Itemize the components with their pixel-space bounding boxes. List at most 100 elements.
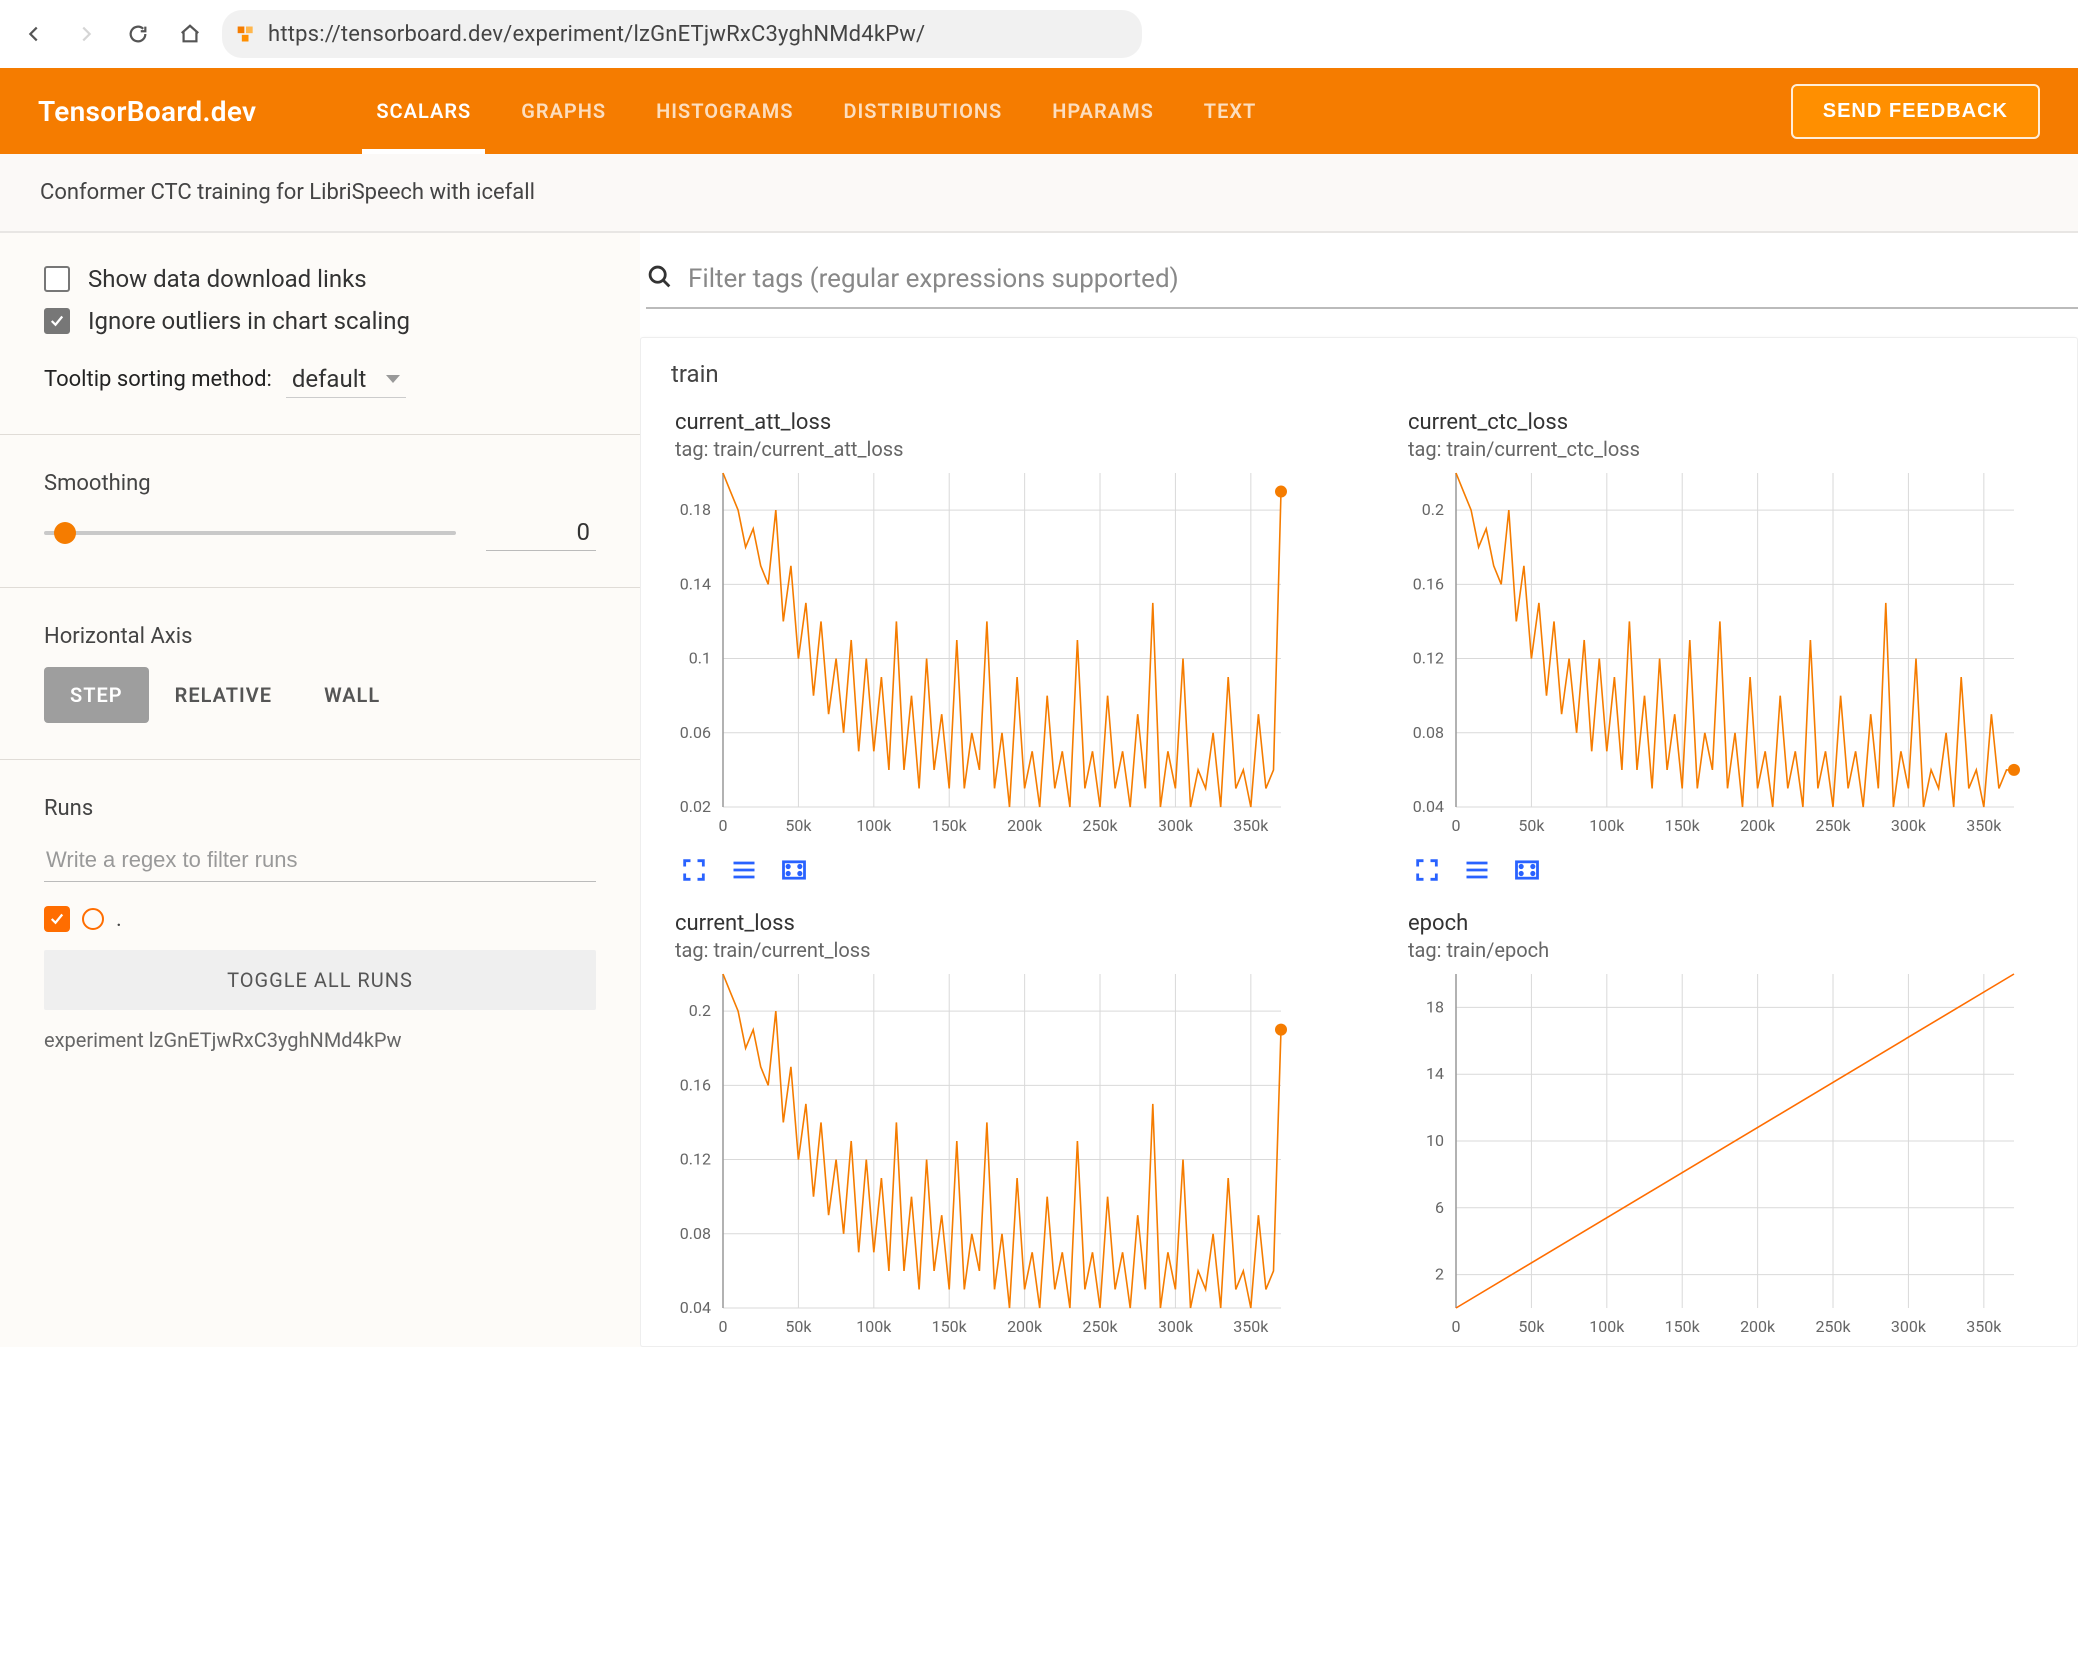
svg-text:350k: 350k — [1233, 816, 1269, 835]
svg-text:0.04: 0.04 — [680, 1298, 711, 1317]
expand-icon[interactable] — [1410, 853, 1444, 887]
svg-text:50k: 50k — [785, 1317, 812, 1336]
smoothing-value-input[interactable]: 0 — [486, 514, 596, 551]
reload-button[interactable] — [118, 14, 158, 54]
svg-text:0.06: 0.06 — [680, 723, 711, 742]
nav-back-button[interactable] — [14, 14, 54, 54]
svg-text:6: 6 — [1435, 1198, 1444, 1217]
ignore-outliers-checkbox[interactable] — [44, 308, 70, 334]
tooltip-sort-row: Tooltip sorting method: default — [44, 361, 596, 398]
sidebar-divider — [0, 587, 640, 588]
chart-block-epoch: epoch tag: train/epoch 26101418050k100k1… — [1374, 911, 2077, 1346]
run-color-swatch[interactable] — [82, 908, 104, 930]
chart-title: current_loss — [675, 911, 1326, 936]
svg-text:100k: 100k — [1589, 1317, 1625, 1336]
ignore-outliers-checkbox-row: Ignore outliers in chart scaling — [44, 307, 596, 335]
svg-text:300k: 300k — [1158, 1317, 1194, 1336]
chart-grid: current_att_loss tag: train/current_att_… — [641, 410, 2077, 1346]
run-item: . — [44, 906, 596, 932]
chart-title: current_ctc_loss — [1408, 410, 2059, 435]
site-favicon — [236, 24, 256, 44]
main-tabs: SCALARS GRAPHS HISTOGRAMS DISTRIBUTIONS HPAR… — [376, 68, 1256, 154]
tab-scalars[interactable]: SCALARS — [376, 68, 471, 154]
tab-text[interactable]: TEXT — [1204, 68, 1257, 154]
axis-wall-button[interactable]: WALL — [298, 667, 406, 723]
svg-text:0.1: 0.1 — [689, 649, 711, 668]
svg-text:0: 0 — [719, 816, 728, 835]
tag-filter-placeholder: Filter tags (regular expressions support… — [688, 264, 1179, 294]
smoothing-slider-thumb[interactable] — [54, 522, 76, 544]
app-header: TensorBoard.dev SCALARSGRAPHSHISTOGRAMSD… — [0, 68, 2078, 154]
svg-text:0.02: 0.02 — [680, 797, 711, 816]
svg-text:0.12: 0.12 — [680, 1150, 711, 1169]
send-feedback-button[interactable]: SEND FEEDBACK — [1791, 84, 2040, 139]
svg-text:350k: 350k — [1233, 1317, 1269, 1336]
chart-epoch[interactable]: 26101418050k100k150k200k250k300k350k — [1384, 966, 2024, 1346]
nav-forward-button[interactable] — [66, 14, 106, 54]
runs-filter-input[interactable] — [44, 839, 596, 882]
chart-block-current_loss: current_loss tag: train/current_loss 0.0… — [641, 911, 1344, 1346]
sidebar-divider — [0, 434, 640, 435]
svg-text:0: 0 — [1452, 816, 1461, 835]
axis-relative-button[interactable]: RELATIVE — [149, 667, 298, 723]
svg-text:250k: 250k — [1815, 1317, 1851, 1336]
tag-filter-row[interactable]: Filter tags (regular expressions support… — [646, 257, 2078, 309]
chart-block-current_att_loss: current_att_loss tag: train/current_att_… — [641, 410, 1344, 887]
horizontal-axis-group: STEPRELATIVEWALL — [44, 667, 596, 723]
scalar-group-card: train current_att_loss tag: train/curren… — [640, 337, 2078, 1347]
expand-icon[interactable] — [677, 853, 711, 887]
home-button[interactable] — [170, 14, 210, 54]
tab-hparams[interactable]: HPARAMS — [1052, 68, 1154, 154]
show-download-links-checkbox-row: Show data download links — [44, 265, 596, 293]
sidebar: Show data download links Ignore outliers… — [0, 233, 640, 1347]
tab-distributions[interactable]: DISTRIBUTIONS — [843, 68, 1002, 154]
fit-domain-icon[interactable] — [1510, 853, 1544, 887]
chart-current_ctc_loss[interactable]: 0.040.080.120.160.2050k100k150k200k250k3… — [1384, 465, 2024, 845]
chart-block-current_ctc_loss: current_ctc_loss tag: train/current_ctc_… — [1374, 410, 2077, 887]
svg-text:0: 0 — [719, 1317, 728, 1336]
tooltip-sort-select[interactable]: default — [286, 361, 407, 398]
experiment-id-line: experiment lzGnETjwRxC3yghNMd4kPw — [44, 1028, 596, 1052]
chart-toolbar — [1382, 845, 2069, 887]
svg-text:10: 10 — [1426, 1131, 1444, 1150]
search-icon — [646, 263, 674, 295]
fit-domain-icon[interactable] — [777, 853, 811, 887]
tooltip-sort-label: Tooltip sorting method: — [44, 367, 272, 392]
svg-text:100k: 100k — [856, 1317, 892, 1336]
svg-text:150k: 150k — [1665, 816, 1701, 835]
axis-step-button[interactable]: STEP — [44, 667, 149, 723]
chart-toolbar — [649, 845, 1336, 887]
svg-text:150k: 150k — [932, 816, 968, 835]
svg-text:50k: 50k — [1518, 1317, 1545, 1336]
svg-text:200k: 200k — [1007, 816, 1043, 835]
svg-text:200k: 200k — [1740, 816, 1776, 835]
tab-histograms[interactable]: HISTOGRAMS — [656, 68, 793, 154]
svg-text:0.2: 0.2 — [1422, 500, 1444, 519]
scalar-group-title[interactable]: train — [641, 338, 2077, 410]
list-view-icon[interactable] — [1460, 853, 1494, 887]
smoothing-slider[interactable] — [44, 531, 456, 535]
svg-text:14: 14 — [1426, 1064, 1444, 1083]
run-checkbox[interactable] — [44, 906, 70, 932]
ignore-outliers-label: Ignore outliers in chart scaling — [88, 307, 410, 335]
chart-current_loss[interactable]: 0.040.080.120.160.2050k100k150k200k250k3… — [651, 966, 1291, 1346]
svg-text:300k: 300k — [1158, 816, 1194, 835]
svg-text:0.08: 0.08 — [1413, 723, 1444, 742]
address-bar[interactable]: https://tensorboard.dev/experiment/lzGnE… — [222, 10, 1142, 58]
run-name: . — [116, 907, 122, 932]
svg-text:300k: 300k — [1891, 1317, 1927, 1336]
svg-text:300k: 300k — [1891, 816, 1927, 835]
svg-text:100k: 100k — [856, 816, 892, 835]
main-content: Filter tags (regular expressions support… — [640, 233, 2078, 1347]
horizontal-axis-label: Horizontal Axis — [44, 624, 596, 649]
toggle-all-runs-button[interactable]: TOGGLE ALL RUNS — [44, 950, 596, 1010]
svg-text:0.04: 0.04 — [1413, 797, 1444, 816]
show-download-links-checkbox[interactable] — [44, 266, 70, 292]
chart-tag: tag: train/epoch — [1408, 938, 2059, 962]
svg-text:50k: 50k — [1518, 816, 1545, 835]
sidebar-divider — [0, 759, 640, 760]
show-download-links-label: Show data download links — [88, 265, 367, 293]
chart-current_att_loss[interactable]: 0.020.060.10.140.18050k100k150k200k250k3… — [651, 465, 1291, 845]
tab-graphs[interactable]: GRAPHS — [521, 68, 606, 154]
list-view-icon[interactable] — [727, 853, 761, 887]
